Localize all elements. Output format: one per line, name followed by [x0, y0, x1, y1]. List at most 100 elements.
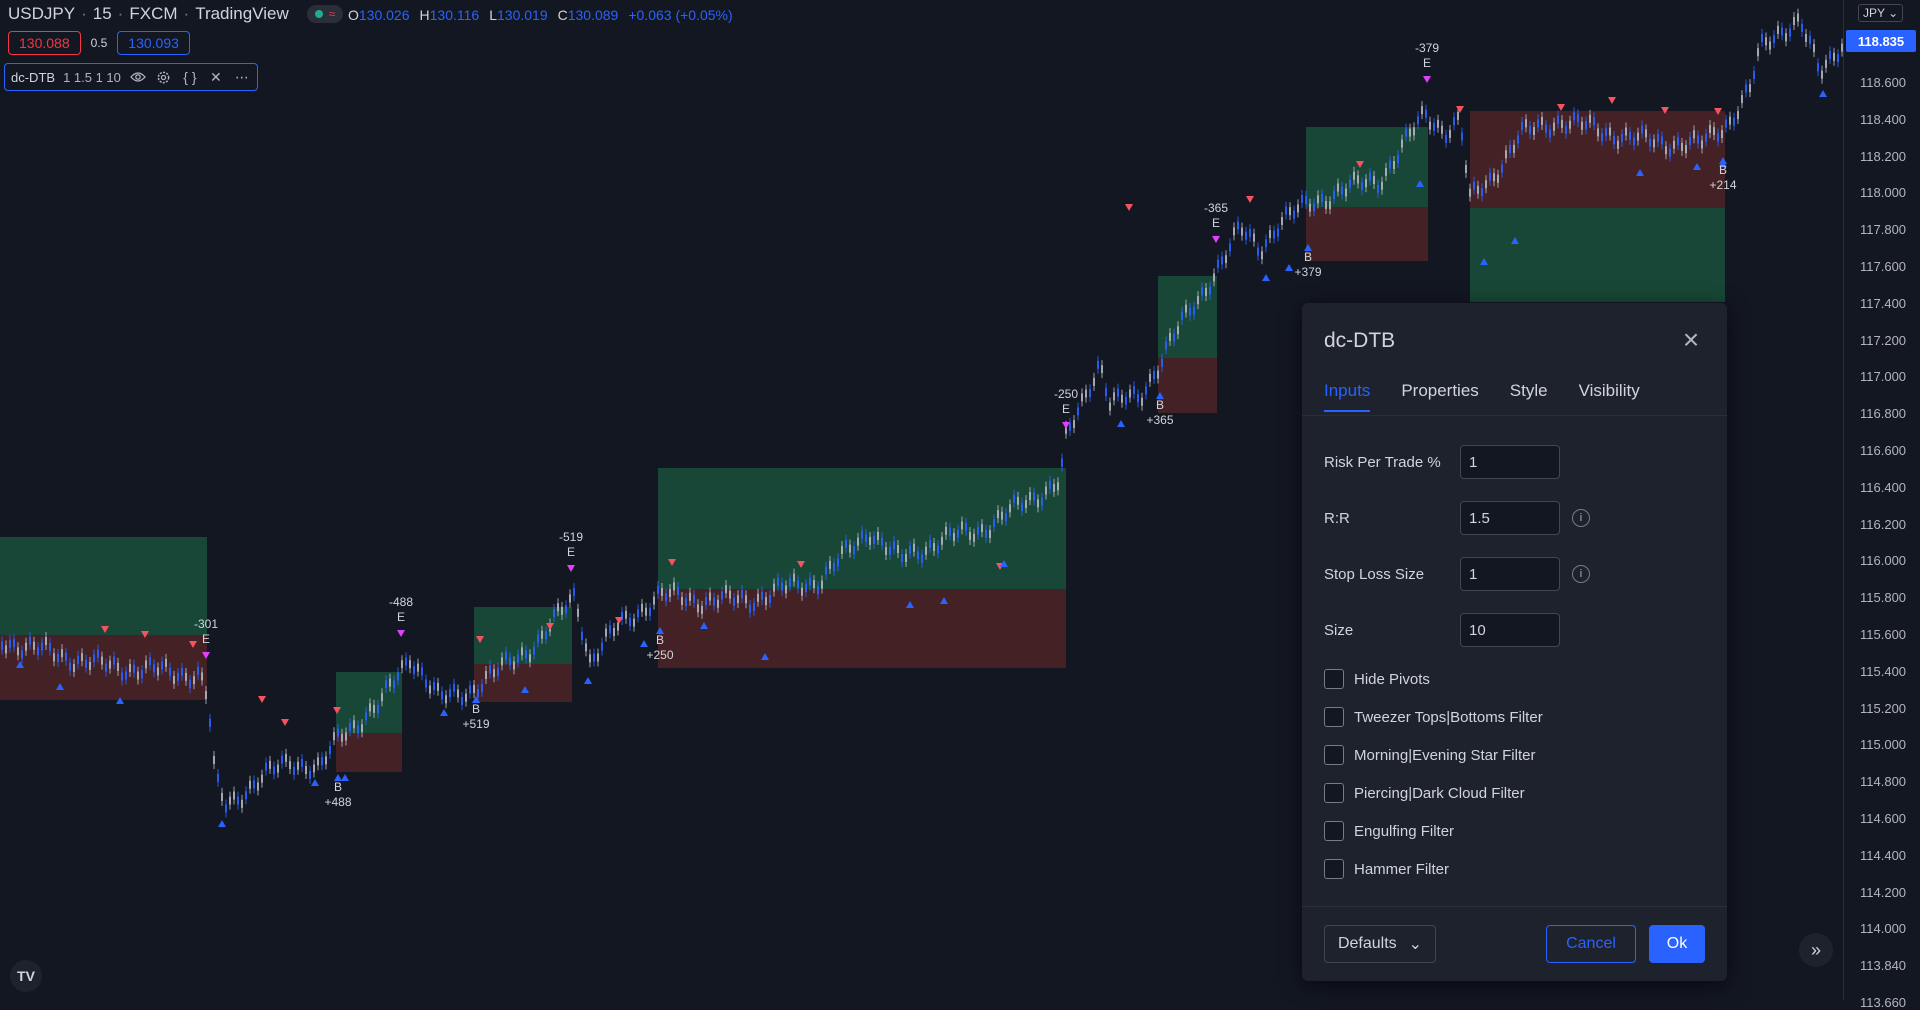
piercing-filter-checkbox[interactable] [1324, 783, 1344, 803]
candle-body [929, 539, 931, 548]
tab-visibility[interactable]: Visibility [1579, 381, 1640, 412]
checkbox-row-hammer[interactable]: Hammer Filter [1324, 859, 1449, 879]
candle-body [1781, 27, 1783, 36]
candle-body [553, 609, 555, 618]
candle-body [1617, 140, 1619, 149]
candle-body [401, 660, 403, 669]
candle-body [1429, 121, 1431, 130]
candle-body [1417, 116, 1419, 125]
checkbox-row-hide-pivots[interactable]: Hide Pivots [1324, 669, 1430, 689]
loss-zone [474, 664, 572, 702]
candle-body [785, 585, 787, 594]
candle-body [1113, 392, 1115, 401]
tab-properties[interactable]: Properties [1401, 381, 1478, 412]
cancel-button[interactable]: Cancel [1546, 925, 1636, 963]
price-tick: 118.400 [1860, 111, 1907, 127]
ok-button[interactable]: Ok [1649, 925, 1705, 963]
sell-button[interactable]: 130.088 [8, 31, 81, 55]
candle-body [461, 697, 463, 706]
candle-body [1029, 492, 1031, 501]
pivot-low-icon [1819, 90, 1827, 97]
candle-body [1737, 111, 1739, 120]
info-icon[interactable]: i [1572, 509, 1590, 527]
candle-body [69, 662, 71, 671]
candle-body [1673, 140, 1675, 149]
price-tick: 114.400 [1860, 847, 1907, 863]
checkbox-row-morning-star[interactable]: Morning|Evening Star Filter [1324, 745, 1535, 765]
info-icon[interactable]: i [1572, 565, 1590, 583]
stop-loss-size-input[interactable]: 1 [1460, 557, 1560, 591]
candle-body [1433, 122, 1435, 131]
hide-pivots-checkbox[interactable] [1324, 669, 1344, 689]
expand-icon[interactable]: » [1799, 933, 1833, 967]
candle-body [1765, 37, 1767, 46]
candle-body [1817, 63, 1819, 72]
price-tick: 117.000 [1860, 369, 1907, 385]
risk-per-trade-input[interactable]: 1 [1460, 445, 1560, 479]
symbol-header[interactable]: USDJPY · 15 · FXCM · TradingView ≈ [8, 4, 344, 24]
candle-body [913, 543, 915, 552]
tab-inputs[interactable]: Inputs [1324, 381, 1371, 412]
data-delay-icon: ≈ [328, 7, 336, 21]
candle-body [1609, 127, 1611, 136]
pivot-high-icon [1557, 104, 1565, 111]
candle-body [1145, 386, 1147, 395]
candle-body [493, 669, 495, 678]
candle-body [657, 585, 659, 594]
candle-body [1625, 127, 1627, 136]
currency-button[interactable]: JPY ⌄ [1858, 4, 1904, 22]
candle-body [285, 753, 287, 762]
size-input[interactable]: 10 [1460, 613, 1560, 647]
source-code-icon[interactable]: { } [181, 68, 199, 86]
open-value: 130.026 [358, 7, 410, 23]
eye-icon[interactable] [129, 68, 147, 86]
gear-icon[interactable] [155, 68, 173, 86]
engulfing-filter-checkbox[interactable] [1324, 821, 1344, 841]
checkbox-label: Tweezer Tops|Bottoms Filter [1354, 708, 1543, 726]
candle-body [405, 657, 407, 666]
indicator-name[interactable]: dc-DTB [11, 70, 55, 85]
checkbox-row-piercing[interactable]: Piercing|Dark Cloud Filter [1324, 783, 1525, 803]
tab-style[interactable]: Style [1510, 381, 1548, 412]
rr-input[interactable]: 1.5 [1460, 501, 1560, 535]
close-icon[interactable]: × [1674, 323, 1708, 357]
candle-body [797, 580, 799, 589]
candle-body [441, 691, 443, 700]
interval-label[interactable]: 15 [93, 4, 112, 24]
candle-body [1513, 144, 1515, 153]
candle-body [1037, 499, 1039, 508]
price-scale[interactable]: JPY ⌄ 118.835 118.600 118.400 118.200 118.0… [1843, 0, 1920, 1010]
candle-body [1185, 304, 1187, 313]
morning-star-filter-checkbox[interactable] [1324, 745, 1344, 765]
more-icon[interactable]: ⋯ [233, 68, 251, 86]
candle-body [793, 573, 795, 582]
candle-body [17, 647, 19, 656]
candle-body [1133, 386, 1135, 395]
hammer-filter-checkbox[interactable] [1324, 859, 1344, 879]
candle-body [729, 590, 731, 599]
candle-body [1589, 114, 1591, 123]
candle-body [649, 607, 651, 616]
candle-body [305, 765, 307, 774]
checkbox-row-tweezer[interactable]: Tweezer Tops|Bottoms Filter [1324, 707, 1543, 727]
candle-body [1313, 203, 1315, 212]
defaults-dropdown[interactable]: Defaults ⌄ [1324, 925, 1436, 963]
candle-body [1481, 188, 1483, 197]
buy-button[interactable]: 130.093 [117, 31, 190, 55]
entry-tag-label: E [1423, 56, 1431, 70]
close-icon[interactable]: ✕ [207, 68, 225, 86]
candle-body [685, 598, 687, 607]
symbol-name[interactable]: USDJPY [8, 4, 75, 24]
tradingview-logo[interactable]: TV [10, 960, 42, 992]
market-status-pill[interactable]: ≈ [306, 5, 344, 23]
candle-body [253, 780, 255, 789]
candle-body [449, 689, 451, 698]
candle-body [941, 536, 943, 545]
tweezer-filter-checkbox[interactable] [1324, 707, 1344, 727]
candle-body [1237, 221, 1239, 230]
candle-body [865, 534, 867, 543]
candle-body [205, 691, 207, 700]
checkbox-row-engulfing[interactable]: Engulfing Filter [1324, 821, 1454, 841]
indicator-legend[interactable]: dc-DTB 1 1.5 1 10 { } ✕ ⋯ [4, 63, 258, 91]
candle-body [101, 656, 103, 665]
